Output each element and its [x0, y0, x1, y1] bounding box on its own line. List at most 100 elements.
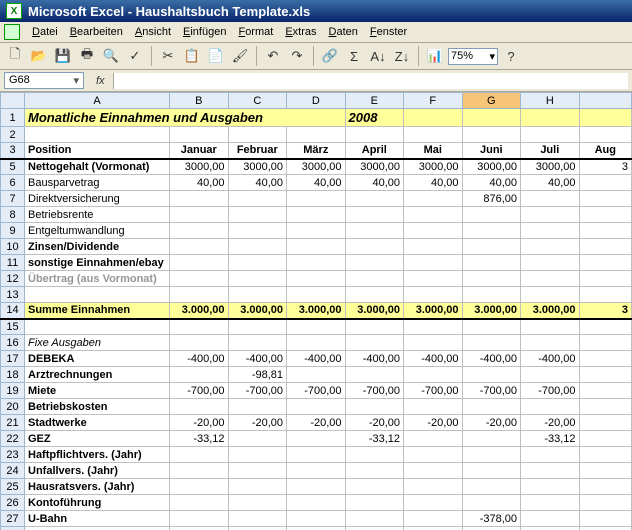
hyperlink-icon[interactable]: 🔗 — [319, 45, 341, 67]
cell[interactable]: 3000,00 — [170, 159, 229, 175]
cell[interactable]: 876,00 — [462, 191, 521, 207]
cell[interactable] — [462, 207, 521, 223]
cell[interactable] — [521, 367, 580, 383]
row-label[interactable]: sonstige Einnahmen/ebay — [25, 255, 170, 271]
row-label[interactable]: Bausparvetrag — [25, 175, 170, 191]
cell[interactable] — [287, 271, 346, 287]
cell[interactable] — [404, 431, 463, 447]
cell[interactable] — [521, 191, 580, 207]
sort-desc-icon[interactable]: Z↓ — [391, 45, 413, 67]
cell[interactable] — [228, 271, 287, 287]
row-label[interactable]: Stadtwerke — [25, 415, 170, 431]
cell[interactable] — [170, 447, 229, 463]
cell[interactable] — [404, 367, 463, 383]
formula-input[interactable] — [113, 73, 628, 89]
cell[interactable] — [170, 271, 229, 287]
cell[interactable]: -700,00 — [521, 383, 580, 399]
cell[interactable] — [521, 287, 580, 303]
cell[interactable]: -20,00 — [345, 415, 404, 431]
menu-ansicht[interactable]: Ansicht — [129, 24, 177, 40]
menu-format[interactable]: Format — [232, 24, 279, 40]
cell[interactable] — [579, 223, 631, 239]
cell[interactable] — [228, 511, 287, 527]
cell[interactable] — [579, 319, 631, 335]
print-preview-icon[interactable]: 🔍 — [100, 45, 122, 67]
cell[interactable]: -700,00 — [462, 383, 521, 399]
sheet-year[interactable]: 2008 — [345, 109, 404, 127]
cell[interactable]: 3000,00 — [521, 159, 580, 175]
cell[interactable]: -700,00 — [287, 383, 346, 399]
cell[interactable]: 40,00 — [287, 175, 346, 191]
cell[interactable]: 3.000,00 — [170, 303, 229, 319]
row-header[interactable]: 19 — [1, 383, 25, 399]
cell[interactable] — [404, 319, 463, 335]
row-label[interactable]: Nettogehalt (Vormonat) — [25, 159, 170, 175]
open-icon[interactable]: 📂 — [28, 45, 50, 67]
format-painter-icon[interactable]: 🖌 — [229, 45, 251, 67]
cell[interactable] — [345, 287, 404, 303]
cell[interactable] — [287, 447, 346, 463]
row-header[interactable]: 6 — [1, 175, 25, 191]
menu-bearbeiten[interactable]: Bearbeiten — [64, 24, 129, 40]
cell[interactable] — [228, 319, 287, 335]
cell[interactable]: -20,00 — [170, 415, 229, 431]
cell[interactable]: -26,80 — [287, 527, 346, 530]
cell[interactable] — [521, 527, 580, 530]
cell[interactable] — [228, 255, 287, 271]
row-header[interactable]: 13 — [1, 287, 25, 303]
cell[interactable] — [345, 207, 404, 223]
cell[interactable]: 3.000,00 — [345, 303, 404, 319]
cell[interactable] — [404, 223, 463, 239]
cell[interactable] — [404, 255, 463, 271]
cell[interactable]: -700,00 — [345, 383, 404, 399]
row-label[interactable]: Betriebsrente — [25, 207, 170, 223]
column-header-H[interactable]: H — [521, 93, 580, 109]
cell[interactable] — [404, 495, 463, 511]
cell[interactable] — [579, 207, 631, 223]
row-header[interactable]: 25 — [1, 479, 25, 495]
cell[interactable] — [287, 431, 346, 447]
cell[interactable]: -400,00 — [287, 351, 346, 367]
column-header-F[interactable]: F — [404, 93, 463, 109]
cell[interactable] — [287, 367, 346, 383]
cell[interactable]: -400,00 — [462, 351, 521, 367]
cell[interactable] — [462, 367, 521, 383]
cell[interactable]: -20,00 — [404, 415, 463, 431]
cell[interactable] — [579, 431, 631, 447]
cell[interactable] — [462, 431, 521, 447]
cell[interactable] — [521, 271, 580, 287]
row-header[interactable]: 26 — [1, 495, 25, 511]
cell[interactable] — [287, 319, 346, 335]
cell[interactable] — [228, 239, 287, 255]
cell[interactable] — [579, 479, 631, 495]
cell[interactable] — [404, 271, 463, 287]
cell[interactable]: -36,80 — [228, 527, 287, 530]
cell[interactable]: -36,80 — [170, 527, 229, 530]
cell[interactable] — [462, 479, 521, 495]
cell[interactable] — [521, 239, 580, 255]
sort-asc-icon[interactable]: A↓ — [367, 45, 389, 67]
cell[interactable] — [579, 511, 631, 527]
row-label[interactable]: Fitness — [25, 527, 170, 530]
row-header[interactable]: 16 — [1, 335, 25, 351]
row-header[interactable]: 15 — [1, 319, 25, 335]
row-header[interactable]: 24 — [1, 463, 25, 479]
cell[interactable] — [521, 495, 580, 511]
save-icon[interactable]: 💾 — [52, 45, 74, 67]
row-header[interactable]: 28 — [1, 527, 25, 530]
cell[interactable] — [287, 191, 346, 207]
cell[interactable]: 3000,00 — [287, 159, 346, 175]
spelling-icon[interactable]: ✓ — [124, 45, 146, 67]
cell[interactable]: -400,00 — [345, 351, 404, 367]
column-header-D[interactable]: D — [287, 93, 346, 109]
cell[interactable] — [521, 335, 580, 351]
cell[interactable] — [170, 287, 229, 303]
menu-extras[interactable]: Extras — [279, 24, 322, 40]
month-header[interactable]: Juli — [521, 143, 580, 159]
cell[interactable] — [462, 239, 521, 255]
menu-fenster[interactable]: Fenster — [364, 24, 413, 40]
column-header-[interactable] — [579, 93, 631, 109]
cell[interactable] — [228, 287, 287, 303]
zoom-combo[interactable]: 75%▾ — [448, 48, 498, 65]
cell[interactable] — [228, 495, 287, 511]
